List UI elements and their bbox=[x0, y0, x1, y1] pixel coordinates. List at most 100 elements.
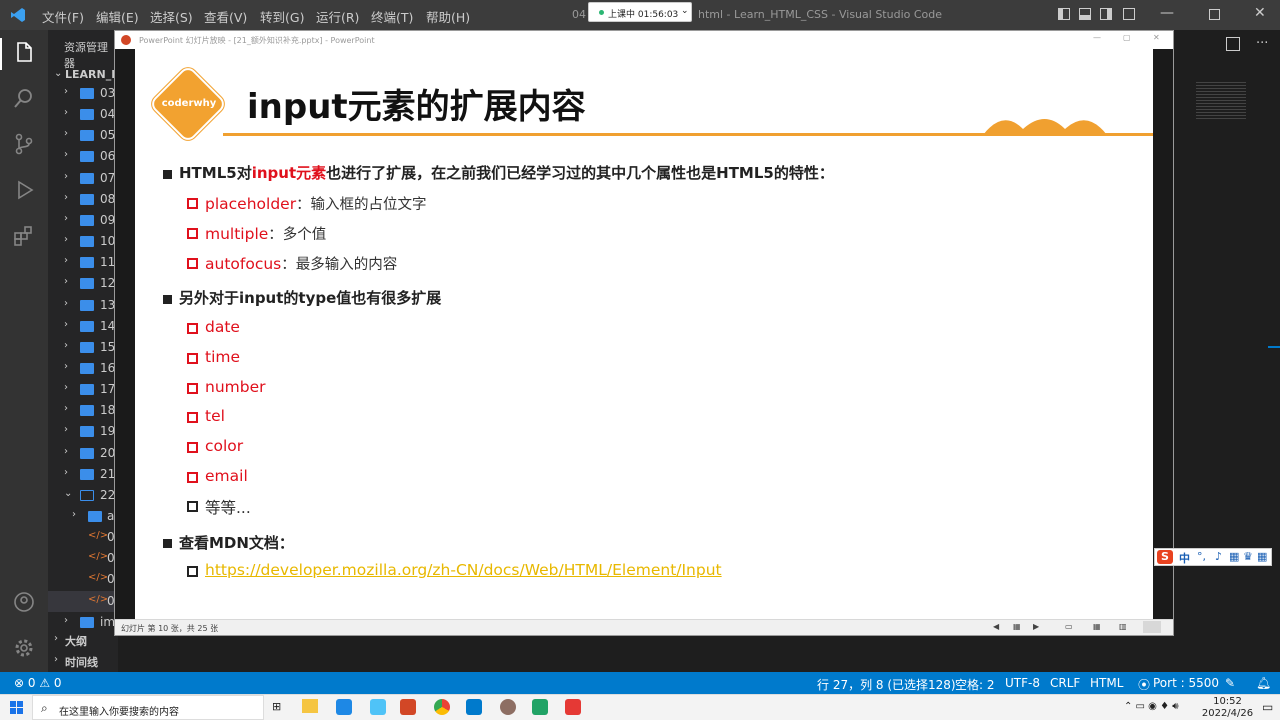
tree-folder-row[interactable]: › 12 bbox=[48, 273, 118, 294]
next-slide-icon[interactable]: ▶ bbox=[1033, 622, 1039, 631]
clock-time[interactable]: 10:52 bbox=[1200, 696, 1255, 707]
restore-icon[interactable] bbox=[1209, 9, 1220, 20]
tree-folder-row[interactable]: › 13 bbox=[48, 295, 118, 316]
language-mode[interactable]: HTML bbox=[1090, 676, 1123, 690]
extensions-icon[interactable] bbox=[12, 224, 36, 248]
chevron-right-icon[interactable]: › bbox=[64, 298, 68, 309]
chevron-right-icon[interactable]: › bbox=[64, 171, 68, 182]
chevron-right-icon[interactable]: › bbox=[64, 467, 68, 478]
tree-folder-row[interactable]: › 19 bbox=[48, 421, 118, 442]
tree-folder-row[interactable]: › 11 bbox=[48, 252, 118, 273]
app-icon[interactable] bbox=[336, 699, 352, 715]
chevron-down-icon[interactable]: ⌄ bbox=[681, 6, 689, 16]
class-timer[interactable]: 上课中 01:56:03 ⌄ bbox=[588, 2, 692, 22]
toggle-secondary-sidebar-icon[interactable] bbox=[1100, 8, 1112, 20]
chevron-right-icon[interactable]: › bbox=[64, 319, 68, 330]
tree-folder-row[interactable]: › 03 bbox=[48, 83, 118, 104]
notifications-icon[interactable]: 🔔︎ bbox=[1256, 676, 1271, 690]
taskbar-search[interactable]: ⌕ 在这里输入你要搜索的内容 bbox=[32, 695, 264, 720]
tree-folder-row[interactable]: › 04 bbox=[48, 104, 118, 125]
close-icon[interactable]: ✕ bbox=[1254, 5, 1266, 21]
minimize-icon[interactable]: — bbox=[1160, 5, 1174, 21]
chevron-right-icon[interactable]: › bbox=[64, 149, 68, 160]
menu-item[interactable]: 选择(S) bbox=[150, 7, 193, 26]
ppt-restore-icon[interactable]: ▢ bbox=[1123, 33, 1131, 42]
toggle-panel-icon[interactable] bbox=[1079, 8, 1091, 20]
chevron-down-icon[interactable]: ⌄ bbox=[54, 68, 62, 79]
tree-folder-row[interactable]: › 08 bbox=[48, 189, 118, 210]
outline-section[interactable]: 大纲 bbox=[65, 633, 87, 649]
cursor-position[interactable]: 行 27，列 8 (已选择128) bbox=[817, 676, 956, 693]
app-icon[interactable] bbox=[565, 699, 581, 715]
manage-gear-icon[interactable] bbox=[12, 636, 36, 660]
timeline-section[interactable]: 时间线 bbox=[65, 654, 98, 670]
menu-item[interactable]: 转到(G) bbox=[260, 7, 304, 26]
tree-file-row[interactable]: </> 0 bbox=[48, 591, 118, 612]
tree-folder-row[interactable]: › 16 bbox=[48, 358, 118, 379]
chevron-right-icon[interactable]: › bbox=[64, 192, 68, 203]
tree-folder-row[interactable]: › 21 bbox=[48, 464, 118, 485]
chevron-right-icon[interactable]: › bbox=[64, 615, 68, 626]
chevron-right-icon[interactable]: › bbox=[64, 446, 68, 457]
explorer-icon[interactable] bbox=[12, 40, 36, 64]
eol[interactable]: CRLF bbox=[1050, 676, 1080, 690]
chevron-right-icon[interactable]: › bbox=[64, 424, 68, 435]
chevron-down-icon[interactable]: ⌄ bbox=[64, 488, 72, 499]
source-control-icon[interactable] bbox=[12, 132, 36, 156]
feedback-icon[interactable]: ✎ bbox=[1225, 676, 1235, 690]
chevron-right-icon[interactable]: › bbox=[54, 654, 58, 665]
app-icon[interactable] bbox=[370, 699, 386, 715]
notification-center-icon[interactable]: ▭ bbox=[1262, 700, 1273, 714]
tree-folder-row[interactable]: › 10 bbox=[48, 231, 118, 252]
menu-item[interactable]: 查看(V) bbox=[204, 7, 247, 26]
ime-lang[interactable]: 中 bbox=[1179, 550, 1190, 566]
punctuation-icon[interactable]: °, bbox=[1197, 550, 1206, 563]
clock-date[interactable]: 2022/4/26 bbox=[1200, 708, 1255, 719]
toggle-sidebar-icon[interactable] bbox=[1058, 8, 1070, 20]
chrome-icon[interactable] bbox=[434, 699, 450, 715]
workspace-root[interactable]: LEARN_HT bbox=[65, 68, 118, 81]
tray-icons[interactable]: ⌃ ▭ ◉ ♦ 🔊︎ bbox=[1124, 701, 1179, 712]
tree-folder-row[interactable]: › 07 bbox=[48, 168, 118, 189]
chevron-right-icon[interactable]: › bbox=[54, 633, 58, 644]
chevron-right-icon[interactable]: › bbox=[64, 255, 68, 266]
chevron-right-icon[interactable]: › bbox=[64, 276, 68, 287]
keyboard-icon[interactable]: ▦ bbox=[1229, 550, 1239, 563]
task-view-icon[interactable]: ⊞ bbox=[272, 700, 281, 713]
problems-indicator[interactable]: ⊗ 0 ⚠ 0 bbox=[14, 676, 62, 690]
live-server-port[interactable]: Port : 5500 bbox=[1153, 676, 1219, 690]
chevron-right-icon[interactable]: › bbox=[64, 340, 68, 351]
run-debug-icon[interactable] bbox=[12, 178, 36, 202]
more-actions-icon[interactable]: ··· bbox=[1256, 36, 1268, 51]
slide-grid-icon[interactable]: ▦ bbox=[1013, 622, 1021, 631]
split-editor-icon[interactable] bbox=[1226, 37, 1240, 51]
tree-folder-row[interactable]: › 06 bbox=[48, 146, 118, 167]
live-server-icon[interactable]: ⦿ bbox=[1138, 676, 1150, 693]
ppt-minimize-icon[interactable]: — bbox=[1093, 33, 1101, 42]
chevron-right-icon[interactable]: › bbox=[64, 234, 68, 245]
chevron-right-icon[interactable]: › bbox=[64, 86, 68, 97]
chevron-right-icon[interactable]: › bbox=[64, 128, 68, 139]
powerpoint-taskbar-icon[interactable] bbox=[400, 699, 416, 715]
app-icon[interactable] bbox=[500, 699, 516, 715]
tree-folder-row[interactable]: ⌄ 22 bbox=[48, 485, 118, 506]
menu-item[interactable]: 文件(F) bbox=[42, 7, 84, 26]
tree-file-row[interactable]: </> 0 bbox=[48, 569, 118, 590]
camtasia-icon[interactable] bbox=[532, 699, 548, 715]
mdn-link[interactable]: https://developer.mozilla.org/zh-CN/docs… bbox=[205, 561, 722, 579]
skin-icon[interactable]: ♛ bbox=[1243, 550, 1253, 563]
chevron-right-icon[interactable]: › bbox=[64, 403, 68, 414]
tree-folder-row[interactable]: › 20 bbox=[48, 443, 118, 464]
menu-item[interactable]: 编辑(E) bbox=[96, 7, 139, 26]
tree-folder-row[interactable]: › 14 bbox=[48, 316, 118, 337]
ime-toolbar[interactable]: S 中 °, ♪ ▦ ♛ ▦ bbox=[1154, 548, 1272, 566]
tree-subfolder-row[interactable]: › a bbox=[48, 506, 118, 527]
search-icon[interactable] bbox=[12, 86, 36, 110]
tree-folder-row[interactable]: › 05 bbox=[48, 125, 118, 146]
slideshow-view-icon[interactable] bbox=[1143, 621, 1161, 633]
tree-folder-row[interactable]: › im bbox=[48, 612, 118, 633]
menu-item[interactable]: 运行(R) bbox=[316, 7, 359, 26]
account-icon[interactable] bbox=[12, 590, 36, 614]
tree-file-row[interactable]: </> 0 bbox=[48, 527, 118, 548]
chevron-right-icon[interactable]: › bbox=[64, 361, 68, 372]
